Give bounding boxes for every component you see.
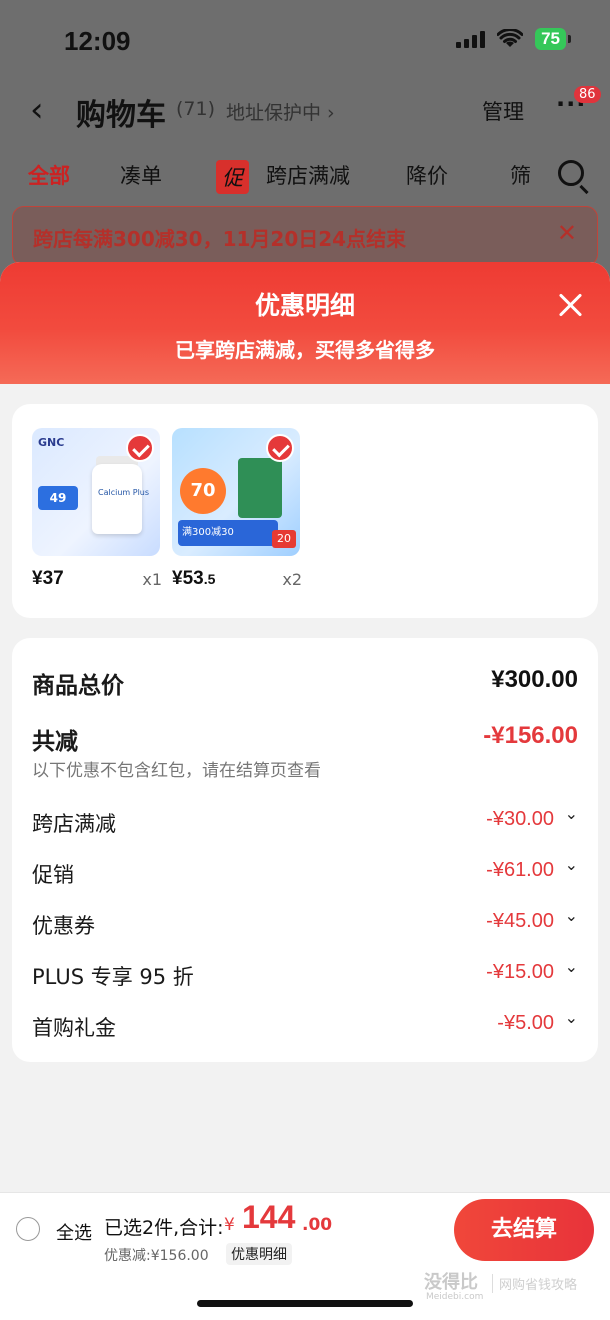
total-price-value: ¥300.00 [491,666,578,693]
product-price: ¥53.5 [172,568,216,589]
product-brand: GNC [38,436,65,449]
discount-value: -¥15.00 [486,961,554,983]
discount-value: -¥5.00 [497,1012,554,1034]
chevron-down-icon[interactable]: ⌄ [565,957,578,976]
discount-value: -¥45.00 [486,910,554,932]
discount-label: 跨店满减 [32,812,116,836]
discount-label: 首购礼金 [32,1016,116,1040]
checkout-button[interactable]: 去结算 [454,1199,594,1261]
currency-symbol: ¥ [224,1215,235,1235]
selected-check-icon [126,434,154,462]
total-amount: 144 [242,1199,296,1235]
product-image: GNC Calcium Plus 49 [32,428,160,556]
sheet-header: 优惠明细 已享跨店满减，买得多省得多 [0,262,610,384]
status-time: 12:09 [64,26,131,56]
battery-indicator: 75 [535,28,571,50]
status-icons: 75 [456,28,571,50]
total-reduce-label: 共减 [32,729,78,755]
home-indicator[interactable] [197,1300,413,1307]
navbar: ‹ 购物车 (71) 地址保护中 › 管理 ··· 86 [0,78,610,138]
total-reduce-value: -¥156.00 [483,722,578,749]
background-page: 12:09 75 ‹ 购物车 (71) 地址保护中 › 管理 ··· 86 全部… [0,0,610,300]
discount-label: 优惠券 [32,914,95,938]
watermark-sub: Meidebi.com [426,1292,484,1302]
sheet-subtitle: 已享跨店满减，买得多省得多 [175,338,435,362]
discount-label: PLUS 专享 95 折 [32,965,194,989]
tab-all[interactable]: 全部 [28,160,70,190]
tab-together[interactable]: 凑单 [120,160,162,190]
chevron-down-icon[interactable]: ⌄ [565,1008,578,1027]
selected-products-card: GNC Calcium Plus 49 ¥37 x1 70 满300减30 20… [12,404,598,618]
selected-count-text: 已选2件,合计: [104,1217,224,1239]
checkout-bar: 全选 已选2件,合计: ¥ 144 .00 优惠减:¥156.00 优惠明细 去… [0,1192,610,1266]
manage-button[interactable]: 管理 [482,96,524,126]
discount-detail-link[interactable]: 优惠明细 [226,1243,292,1265]
discount-value: -¥30.00 [486,808,554,830]
notice-close-icon[interactable]: ✕ [557,219,577,247]
address-protection-link[interactable]: 地址保护中 › [226,98,335,125]
product-box-illustration [238,458,282,518]
product-image: 70 满300减30 20 [172,428,300,556]
promo-notice: 跨店每满300减30，11月20日24点结束 ✕ [12,206,598,266]
discount-detail-sheet: 优惠明细 已享跨店满减，买得多省得多 GNC Calcium Plus 49 ¥… [0,262,610,1320]
notice-text: 跨店每满300减30，11月20日24点结束 [33,227,407,251]
product-tag: 49 [38,486,78,510]
price-summary-card: 商品总价 ¥300.00 共减 -¥156.00 以下优惠不包含红包，请在结算页… [12,638,598,1062]
bottle-illustration [92,464,142,534]
back-chevron-icon[interactable]: ‹ [30,90,44,130]
discount-summary: 优惠减:¥156.00 [104,1248,209,1264]
promo-tag: 促 [216,160,249,194]
watermark-slogan: 网购省钱攻略 [492,1274,577,1293]
search-icon[interactable] [558,160,584,186]
promo-strip: 满300减30 [178,520,278,546]
product-label: Calcium Plus [98,488,150,497]
total-amount-decimal: .00 [302,1215,333,1235]
tab-price-drop[interactable]: 降价 [406,160,448,190]
discount-value: -¥61.00 [486,859,554,881]
close-icon[interactable] [554,288,588,322]
message-badge: 86 [574,86,601,103]
product-qty: x1 [142,570,162,589]
filter-tabs: 全部 凑单 促 跨店满减 降价 筛 [0,150,610,196]
cart-count: (71) [176,98,216,120]
chevron-down-icon[interactable]: ⌄ [565,855,578,874]
red-packet-hint: 以下优惠不包含红包，请在结算页查看 [32,761,321,781]
page-title: 购物车 [76,98,166,133]
promo-burst: 70 [180,468,226,514]
discount-label: 促销 [32,863,74,887]
select-all-label[interactable]: 全选 [56,1219,92,1245]
tab-filter[interactable]: 筛 [510,160,531,190]
home-indicator-area: 没得比 Meidebi.com 网购省钱攻略 [0,1266,610,1320]
select-all-radio[interactable] [16,1217,40,1241]
status-bar: 12:09 75 [0,0,610,78]
product-price: ¥37 [32,568,64,589]
product-qty: x2 [282,570,302,589]
tab-cross-store[interactable]: 跨店满减 [266,160,350,190]
sheet-title: 优惠明细 [254,291,355,320]
chevron-down-icon[interactable]: ⌄ [565,804,578,823]
promo-badge: 20 [272,530,296,548]
total-price-label: 商品总价 [32,673,124,699]
watermark-logo: 没得比 [424,1272,478,1293]
chevron-down-icon[interactable]: ⌄ [565,906,578,925]
selected-check-icon [266,434,294,462]
wifi-icon [497,29,524,47]
cellular-signal-icon [456,30,486,48]
product-item[interactable]: GNC Calcium Plus 49 ¥37 x1 [32,428,162,589]
product-item[interactable]: 70 满300减30 20 ¥53.5 x2 [172,428,302,589]
